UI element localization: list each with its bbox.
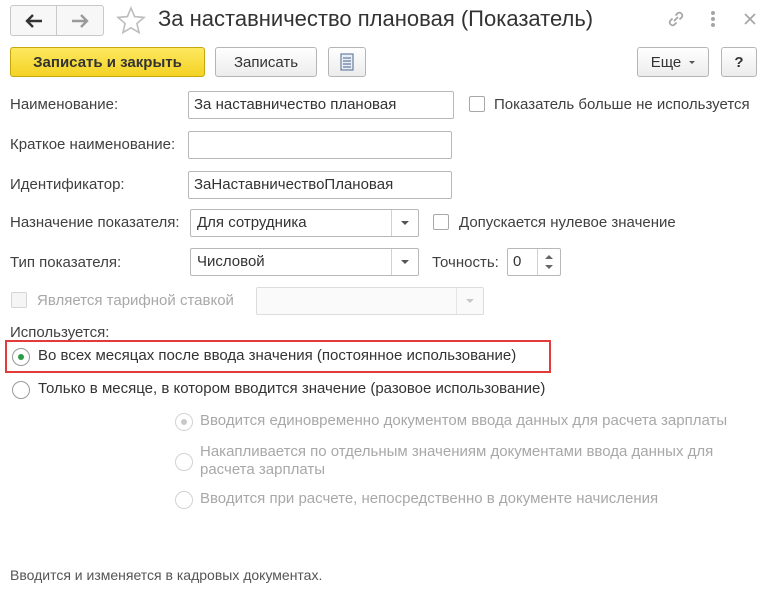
radio-sub-at-calculation[interactable] (175, 491, 193, 509)
radio-sub-at-calculation-label: Вводится при расчете, непосредственно в … (200, 490, 659, 507)
chevron-down-icon (689, 60, 696, 64)
zero-allowed-checkbox[interactable] (433, 214, 449, 230)
tariff-label: Является тарифной ставкой (37, 292, 234, 309)
identifier-field[interactable]: ЗаНаставничествоПлановая (188, 171, 452, 199)
more-actions-button[interactable] (702, 8, 724, 30)
radio-one-month[interactable] (12, 381, 30, 399)
usage-section-label: Используется: (10, 324, 110, 341)
purpose-value: Для сотрудника (197, 214, 307, 231)
radio-all-months[interactable] (12, 348, 30, 366)
zero-allowed-label: Допускается нулевое значение (459, 214, 676, 231)
link-icon (668, 11, 684, 27)
decrement-icon[interactable] (545, 265, 553, 269)
name-label: Наименование: (10, 96, 119, 113)
precision-value: 0 (513, 253, 522, 270)
chevron-down-icon (466, 299, 474, 303)
window-title: За наставничество плановая (Показатель) (158, 6, 594, 31)
radio-sub-one-time[interactable] (175, 413, 193, 431)
more-label: Еще (650, 53, 682, 71)
close-icon (744, 13, 756, 25)
favorite-button[interactable] (116, 5, 146, 39)
forward-button[interactable] (57, 6, 102, 35)
not-used-label: Показатель больше не используется (494, 96, 750, 113)
chevron-down-icon (401, 260, 409, 264)
more-menu-button[interactable]: Еще (637, 47, 709, 77)
type-value: Числовой (197, 253, 265, 270)
short-name-field[interactable] (188, 131, 452, 159)
purpose-label: Назначение показателя: (10, 214, 180, 231)
list-icon (340, 53, 354, 71)
tariff-dropdown-button[interactable] (456, 288, 483, 314)
precision-stepper[interactable]: 0 (507, 248, 561, 276)
short-name-label: Краткое наименование: (10, 136, 176, 153)
star-icon (116, 5, 146, 35)
help-button[interactable]: ? (721, 47, 757, 77)
save-and-close-button[interactable]: Записать и закрыть (10, 47, 205, 77)
radio-one-month-label: Только в месяце, в котором вводится знач… (38, 380, 546, 397)
not-used-checkbox[interactable] (469, 96, 485, 112)
radio-sub-accumulated[interactable] (175, 453, 193, 471)
type-select[interactable]: Числовой (190, 248, 419, 276)
type-dropdown-button[interactable] (391, 249, 418, 275)
forward-arrow-icon (71, 13, 89, 28)
footer-note: Вводится и изменяется в кадровых докумен… (10, 567, 323, 583)
radio-sub-one-time-label: Вводится единовременно документом ввода … (200, 412, 728, 429)
precision-arrows[interactable] (537, 249, 560, 275)
more-icon (711, 11, 715, 27)
purpose-select[interactable]: Для сотрудника (190, 209, 419, 237)
history-nav (10, 5, 104, 36)
tariff-checkbox[interactable] (11, 292, 27, 308)
back-arrow-icon (24, 13, 42, 28)
close-button[interactable] (739, 8, 761, 30)
tariff-select[interactable] (256, 287, 484, 315)
chevron-down-icon (401, 221, 409, 225)
radio-sub-accumulated-label-line1: Накапливается по отдельным значениям док… (200, 443, 714, 460)
radio-sub-accumulated-label-line2: расчета зарплаты (200, 461, 325, 478)
report-button[interactable] (328, 47, 366, 77)
type-label: Тип показателя: (10, 254, 122, 271)
name-field[interactable]: За наставничество плановая (188, 91, 454, 119)
purpose-dropdown-button[interactable] (391, 210, 418, 236)
save-button[interactable]: Записать (215, 47, 317, 77)
radio-all-months-label: Во всех месяцах после ввода значения (по… (38, 347, 517, 364)
identifier-label: Идентификатор: (10, 176, 125, 193)
back-button[interactable] (11, 6, 57, 35)
precision-label: Точность: (432, 254, 499, 271)
link-button[interactable] (665, 8, 687, 30)
increment-icon[interactable] (545, 255, 553, 259)
